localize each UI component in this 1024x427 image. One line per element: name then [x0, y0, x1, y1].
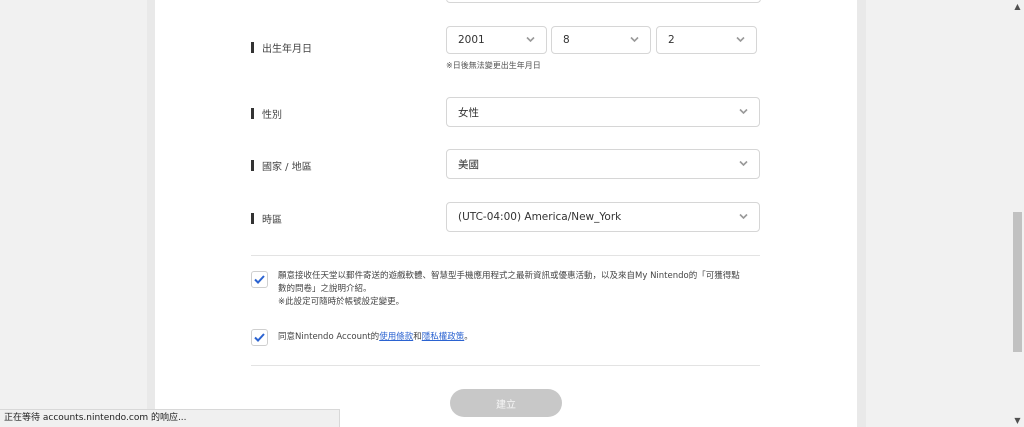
terms-consent-text: 同意Nintendo Account的使用條款和隱私權政策。 [278, 332, 473, 342]
scroll-down-arrow-icon[interactable]: ▼ [1011, 414, 1024, 427]
label-marker [251, 42, 254, 53]
section-divider [251, 365, 760, 366]
create-account-button[interactable]: 建立 [450, 389, 562, 417]
checkmark-icon [254, 333, 265, 342]
birth-month-select[interactable]: 8 [551, 26, 651, 54]
scrollbar-thumb[interactable] [1013, 212, 1022, 352]
terms-consent-checkbox[interactable] [251, 329, 268, 346]
chevron-down-icon [739, 213, 748, 220]
browser-status-bar: 正在等待 accounts.nintendo.com 的响应... [0, 409, 340, 427]
gender-label: 性別 [251, 106, 282, 121]
label-marker [251, 160, 254, 171]
birth-year-select[interactable]: 2001 [446, 26, 547, 54]
card-shadow-right [857, 0, 866, 427]
chevron-down-icon [736, 36, 745, 43]
checkmark-icon [254, 275, 265, 284]
country-select[interactable]: 美國 [446, 149, 760, 179]
page-background-right [866, 0, 1011, 427]
chevron-down-icon [739, 160, 748, 167]
card-shadow-left [147, 0, 155, 427]
timezone-label: 時區 [251, 211, 282, 226]
country-label: 國家 / 地區 [251, 158, 312, 173]
timezone-select[interactable]: (UTC-04:00) America/New_York [446, 202, 760, 232]
page-background-left [0, 0, 147, 427]
section-divider [251, 255, 760, 256]
birthdate-label: 出生年月日 [251, 40, 312, 55]
previous-field-bottom[interactable] [446, 0, 761, 3]
label-marker [251, 213, 254, 224]
privacy-policy-link[interactable]: 隱私權政策 [422, 332, 465, 342]
vertical-scrollbar[interactable]: ▲ ▼ [1011, 0, 1024, 427]
marketing-consent-checkbox[interactable] [251, 271, 268, 288]
chevron-down-icon [630, 36, 639, 43]
scroll-up-arrow-icon[interactable]: ▲ [1011, 0, 1024, 13]
birth-day-select[interactable]: 2 [656, 26, 757, 54]
birthdate-note: ※日後無法變更出生年月日 [446, 61, 541, 70]
gender-select[interactable]: 女性 [446, 97, 760, 127]
chevron-down-icon [526, 36, 535, 43]
marketing-consent-text: 願意接收任天堂以郵件寄送的遊戲軟體、智慧型手機應用程式之最新資訊或優惠活動，以及… [278, 271, 740, 307]
terms-of-use-link[interactable]: 使用條款 [379, 332, 413, 342]
label-marker [251, 108, 254, 119]
chevron-down-icon [739, 108, 748, 115]
